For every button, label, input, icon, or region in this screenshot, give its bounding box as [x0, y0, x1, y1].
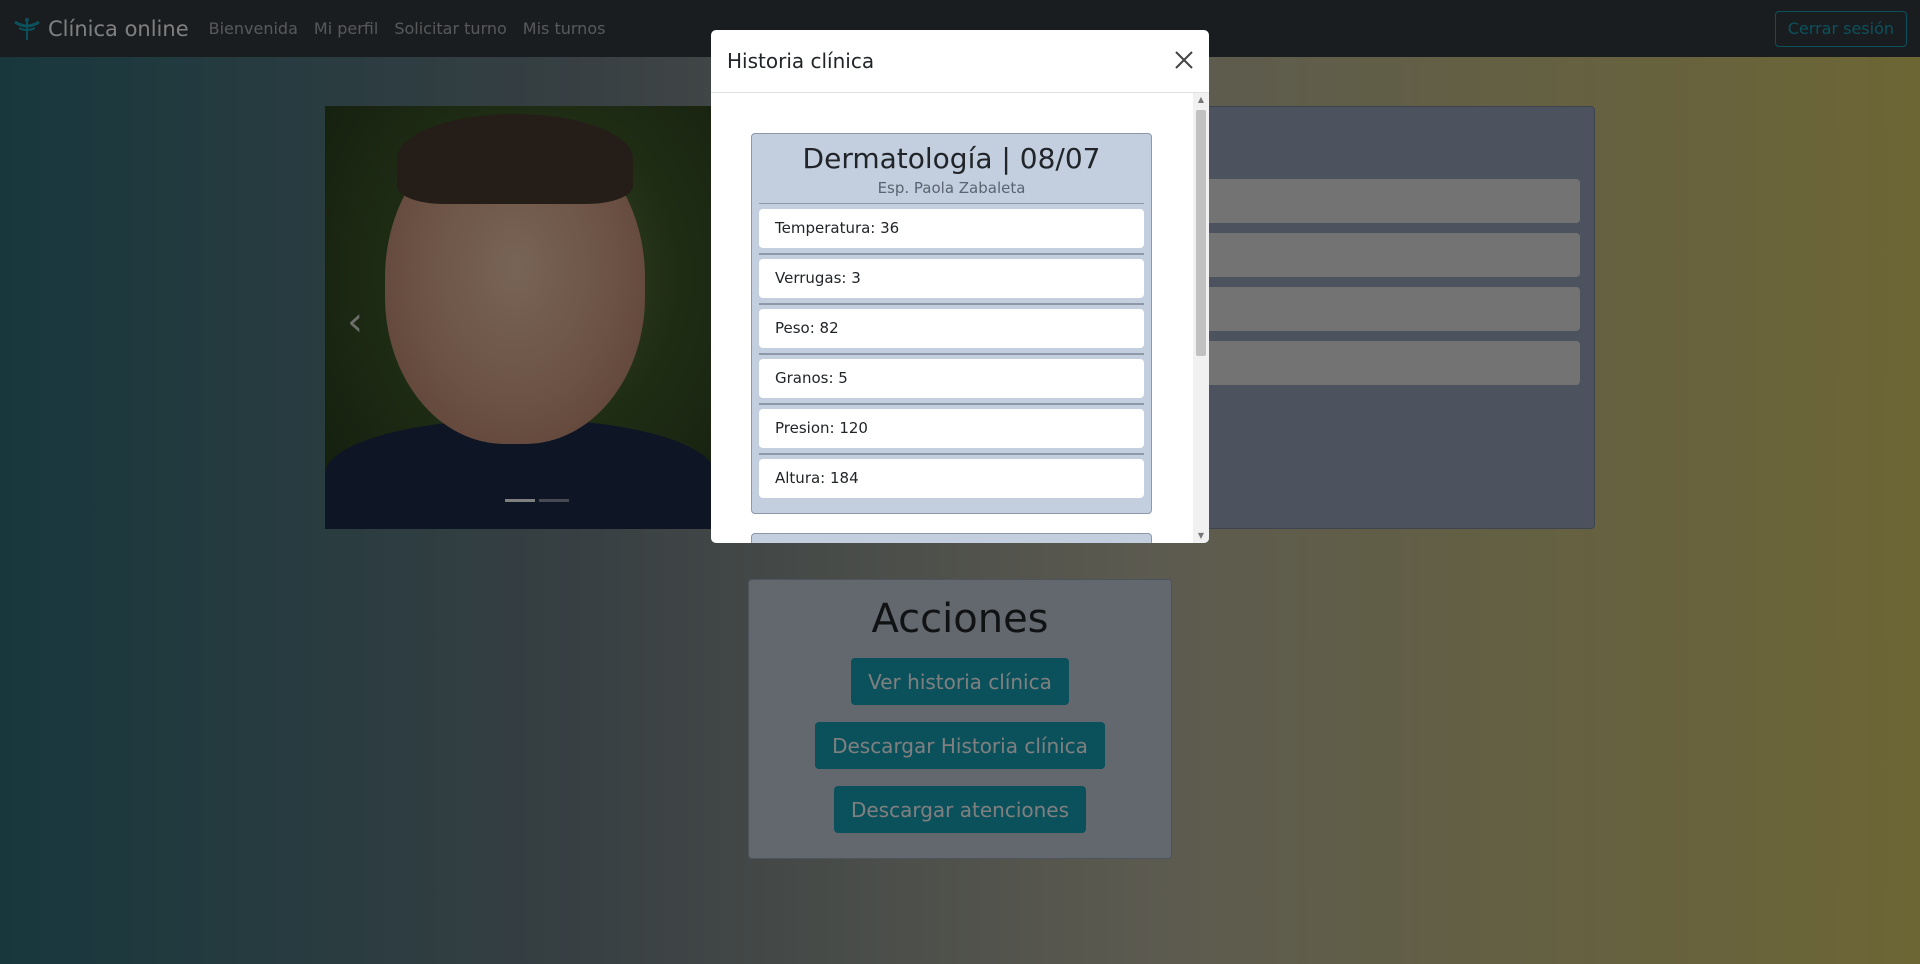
modal-header: Historia clínica [711, 30, 1209, 93]
record-item-verrugas: Verrugas: 3 [759, 259, 1144, 305]
record-item-altura: Altura: 184 [759, 459, 1144, 498]
record-title: Dermatología | 08/07 [802, 142, 1101, 175]
scroll-thumb[interactable] [1196, 110, 1206, 356]
scroll-up-icon[interactable]: ▲ [1193, 93, 1209, 107]
record-item-presion: Presion: 120 [759, 409, 1144, 455]
close-icon[interactable] [1173, 49, 1195, 71]
record-item-temperatura: Temperatura: 36 [759, 209, 1144, 255]
scroll-down-icon[interactable]: ▼ [1193, 529, 1209, 543]
modal-body: Dermatología | 08/07 Esp. Paola Zabaleta… [711, 93, 1209, 543]
modal-title: Historia clínica [727, 49, 875, 73]
history-modal: Historia clínica Dermatología | 08/07 Es… [711, 30, 1209, 543]
record-item-peso: Peso: 82 [759, 309, 1144, 355]
modal-scrollbar[interactable]: ▲ ▼ [1193, 93, 1209, 543]
record-list: Temperatura: 36 Verrugas: 3 Peso: 82 Gra… [759, 209, 1144, 498]
record-item-granos: Granos: 5 [759, 359, 1144, 405]
divider [759, 203, 1144, 204]
record-card: Dermatología | 08/07 Esp. Paola Zabaleta… [751, 133, 1152, 514]
record-card-next [751, 533, 1152, 543]
record-specialist: Esp. Paola Zabaleta [877, 179, 1026, 197]
